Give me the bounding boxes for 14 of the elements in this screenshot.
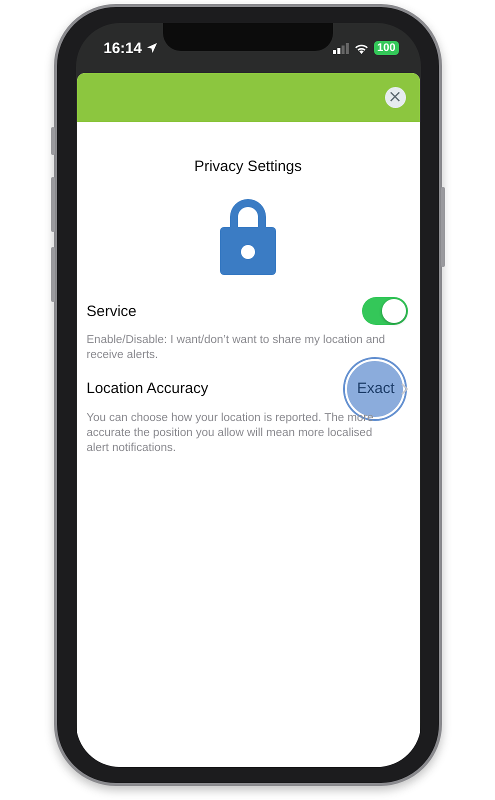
close-button[interactable]: × xyxy=(384,87,406,108)
setting-label: Location Accuracy xyxy=(86,380,208,398)
toggle-switch[interactable] xyxy=(362,297,408,325)
wifi-icon xyxy=(354,42,370,54)
value-selector[interactable]: Exact xyxy=(356,380,408,398)
battery-level: 100 xyxy=(374,41,398,55)
setting-description: Enable/Disable: I want/don’t want to share my location and receive alerts. xyxy=(86,333,386,363)
chevron-icon xyxy=(400,382,408,395)
screen-title: Privacy Settings xyxy=(193,158,303,175)
signal-icon xyxy=(333,42,350,54)
setting-label: Service xyxy=(86,302,137,320)
location-arrow-icon xyxy=(146,42,158,54)
padlock-icon xyxy=(220,197,276,275)
status-time: 16:14 xyxy=(104,40,158,56)
